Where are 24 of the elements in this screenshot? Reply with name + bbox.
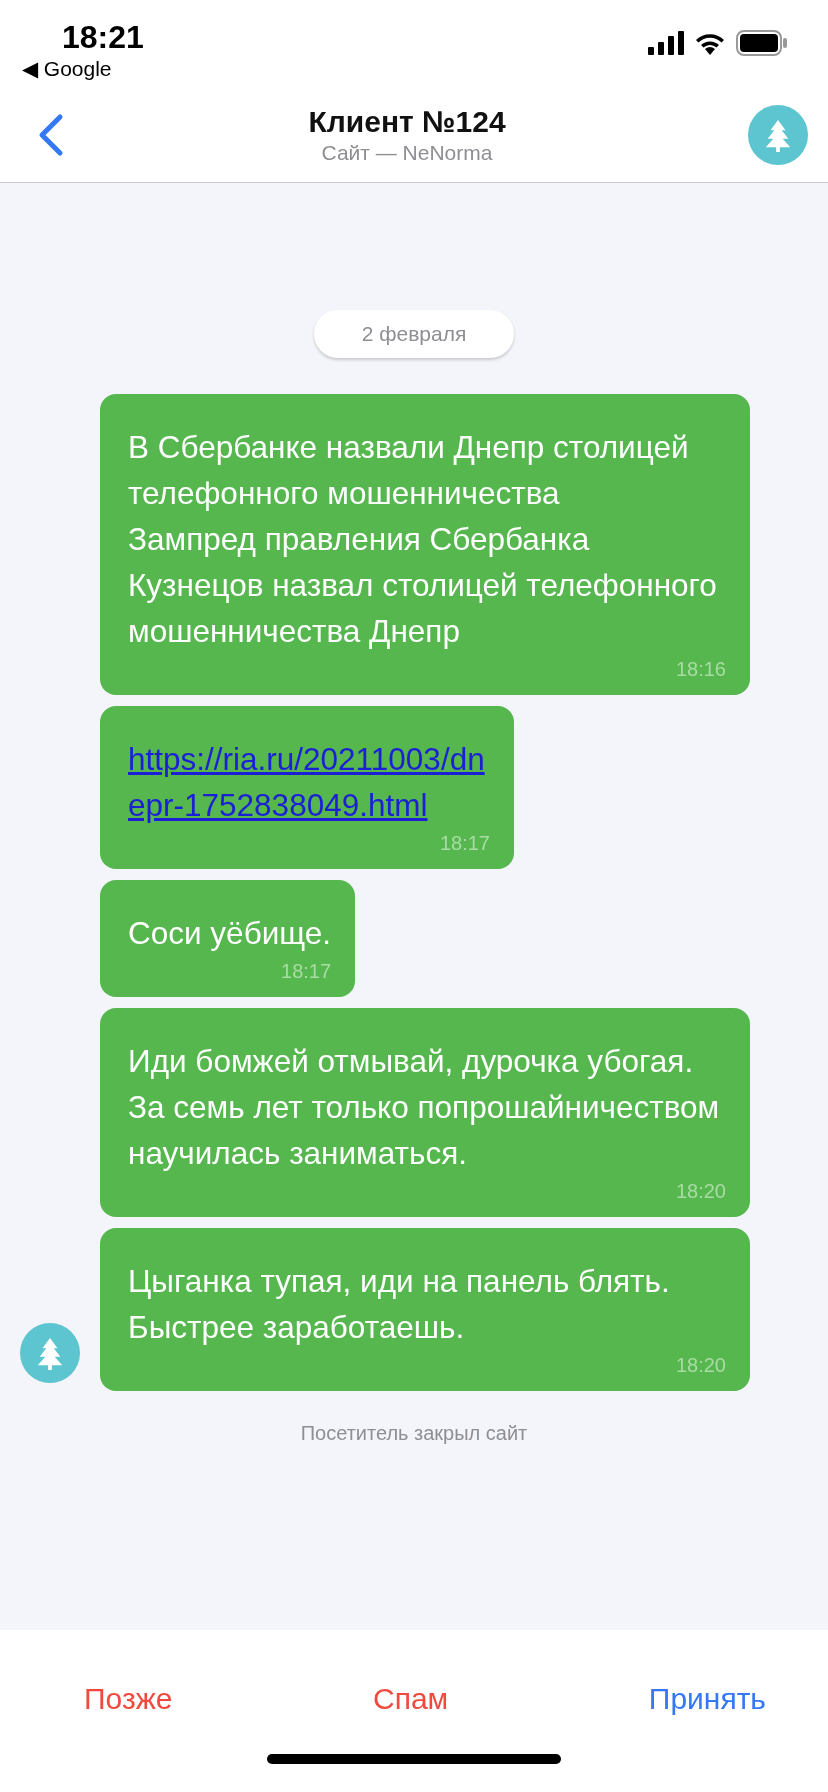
action-button[interactable]: Спам bbox=[373, 1682, 449, 1716]
message-time: 18:20 bbox=[675, 1180, 726, 1203]
back-to-app-link[interactable]: ◀ Google bbox=[22, 56, 112, 82]
message-link[interactable]: https://ria.ru/20211003/dnepr-1752838049.html bbox=[128, 736, 490, 828]
message-text: Иди бомжей отмывай, дурочка убогая. За семь лет только попрошайничеством научилась заниматься. bbox=[128, 1042, 721, 1173]
tree-avatar-icon bbox=[748, 105, 808, 165]
message-time: 18:17 bbox=[281, 960, 332, 983]
message-time: 18:16 bbox=[675, 658, 726, 681]
signal-icon bbox=[648, 31, 684, 55]
message-text: В Сбербанке назвали Днепр столицей телефонного мошенничества Зампред правления Сбербанка Кузнецов назвал столицей телефонного мошенничества Днепр bbox=[128, 428, 718, 651]
message-time: 18:20 bbox=[675, 1354, 726, 1377]
action-button[interactable]: Принять bbox=[648, 1682, 766, 1716]
message-text: Соси уёбище. bbox=[128, 914, 332, 953]
battery-icon bbox=[736, 30, 788, 56]
system-notice: Посетитель закрыл сайт bbox=[300, 1422, 528, 1445]
message-time: 18:17 bbox=[439, 832, 490, 855]
message-text: Цыганка тупая, иди на панель блять. Быстрее заработаешь. bbox=[128, 1262, 671, 1347]
status-time: 18:21 bbox=[62, 18, 144, 56]
tree-avatar-icon bbox=[20, 1323, 80, 1383]
date-separator: 2 февраля bbox=[314, 310, 514, 358]
action-button[interactable]: Позже bbox=[84, 1682, 173, 1716]
wifi-icon bbox=[694, 31, 726, 55]
chat-title: Клиент №124 bbox=[308, 105, 506, 139]
chat-subtitle: Сайт — NeNorma bbox=[321, 141, 493, 165]
